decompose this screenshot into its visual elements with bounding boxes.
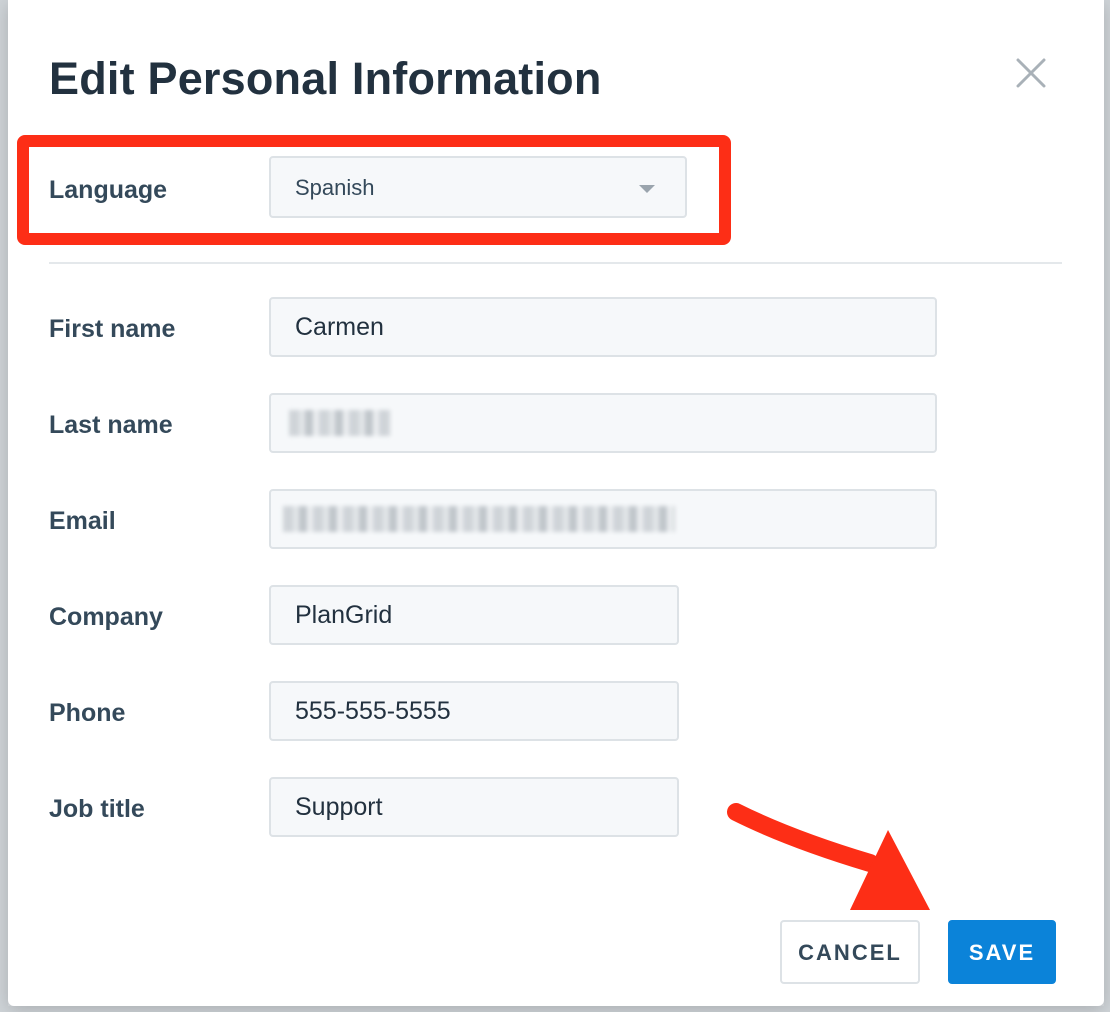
first-name-label: First name	[49, 315, 176, 343]
close-icon	[1016, 58, 1046, 88]
company-label: Company	[49, 603, 163, 631]
phone-label: Phone	[49, 699, 126, 727]
first-name-input[interactable]	[269, 297, 937, 357]
backdrop-bottom-edge	[0, 1006, 1110, 1012]
backdrop-right-edge	[1104, 0, 1110, 1012]
language-label: Language	[49, 176, 168, 204]
company-input[interactable]	[269, 585, 679, 645]
edit-personal-info-modal: Edit Personal Information Language Spani…	[8, 0, 1104, 1006]
backdrop-left-edge	[0, 0, 8, 1012]
phone-input[interactable]	[269, 681, 679, 741]
cancel-button[interactable]: CANCEL	[780, 920, 920, 984]
chevron-down-icon	[639, 185, 655, 193]
job-title-label: Job title	[49, 795, 145, 823]
section-divider	[49, 262, 1062, 264]
close-button[interactable]	[1013, 55, 1049, 91]
last-name-label: Last name	[49, 411, 173, 439]
language-select[interactable]: Spanish	[269, 156, 687, 218]
last-name-input[interactable]	[269, 393, 937, 453]
email-label: Email	[49, 507, 116, 535]
job-title-input[interactable]	[269, 777, 679, 837]
save-button[interactable]: SAVE	[948, 920, 1056, 984]
modal-title: Edit Personal Information	[49, 53, 602, 104]
email-input[interactable]	[269, 489, 937, 549]
language-select-value: Spanish	[295, 175, 375, 200]
